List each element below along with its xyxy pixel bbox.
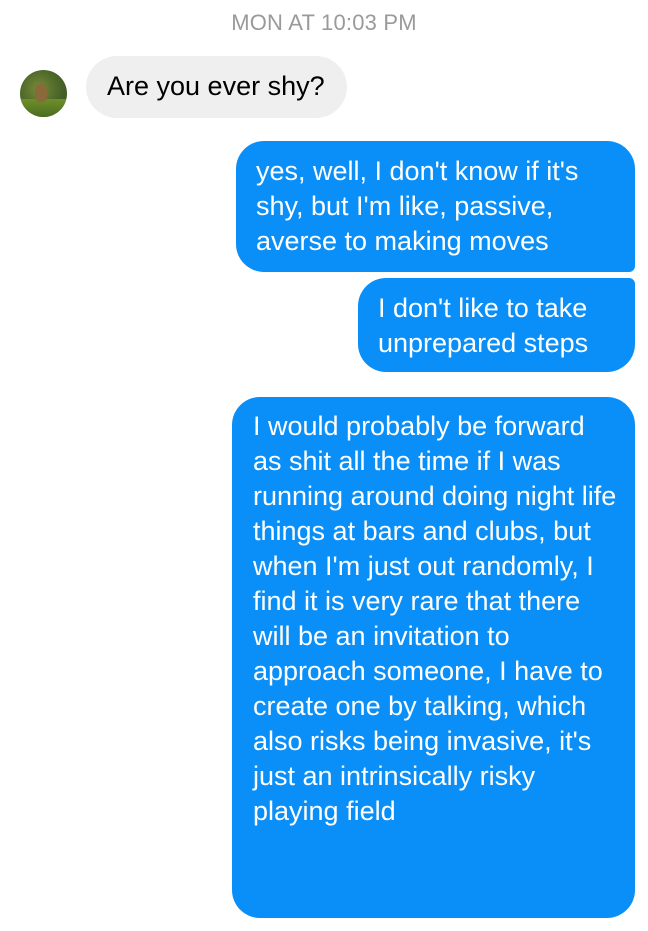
message-text: yes, well, I don't know if it's shy, but… bbox=[256, 156, 579, 256]
outgoing-message-bubble[interactable]: I would probably be forward as shit all … bbox=[232, 397, 635, 918]
message-text: I would probably be forward as shit all … bbox=[253, 411, 617, 826]
message-text: Are you ever shy? bbox=[107, 71, 325, 101]
outgoing-message-bubble[interactable]: I don't like to take unprepared steps bbox=[358, 278, 635, 372]
incoming-message-bubble[interactable]: Are you ever shy? bbox=[86, 56, 347, 118]
message-text: I don't like to take unprepared steps bbox=[378, 293, 589, 358]
avatar-deer bbox=[35, 84, 47, 102]
avatar[interactable] bbox=[20, 70, 67, 117]
outgoing-message-bubble[interactable]: yes, well, I don't know if it's shy, but… bbox=[236, 141, 635, 272]
message-timestamp: MON AT 10:03 PM bbox=[231, 10, 417, 35]
